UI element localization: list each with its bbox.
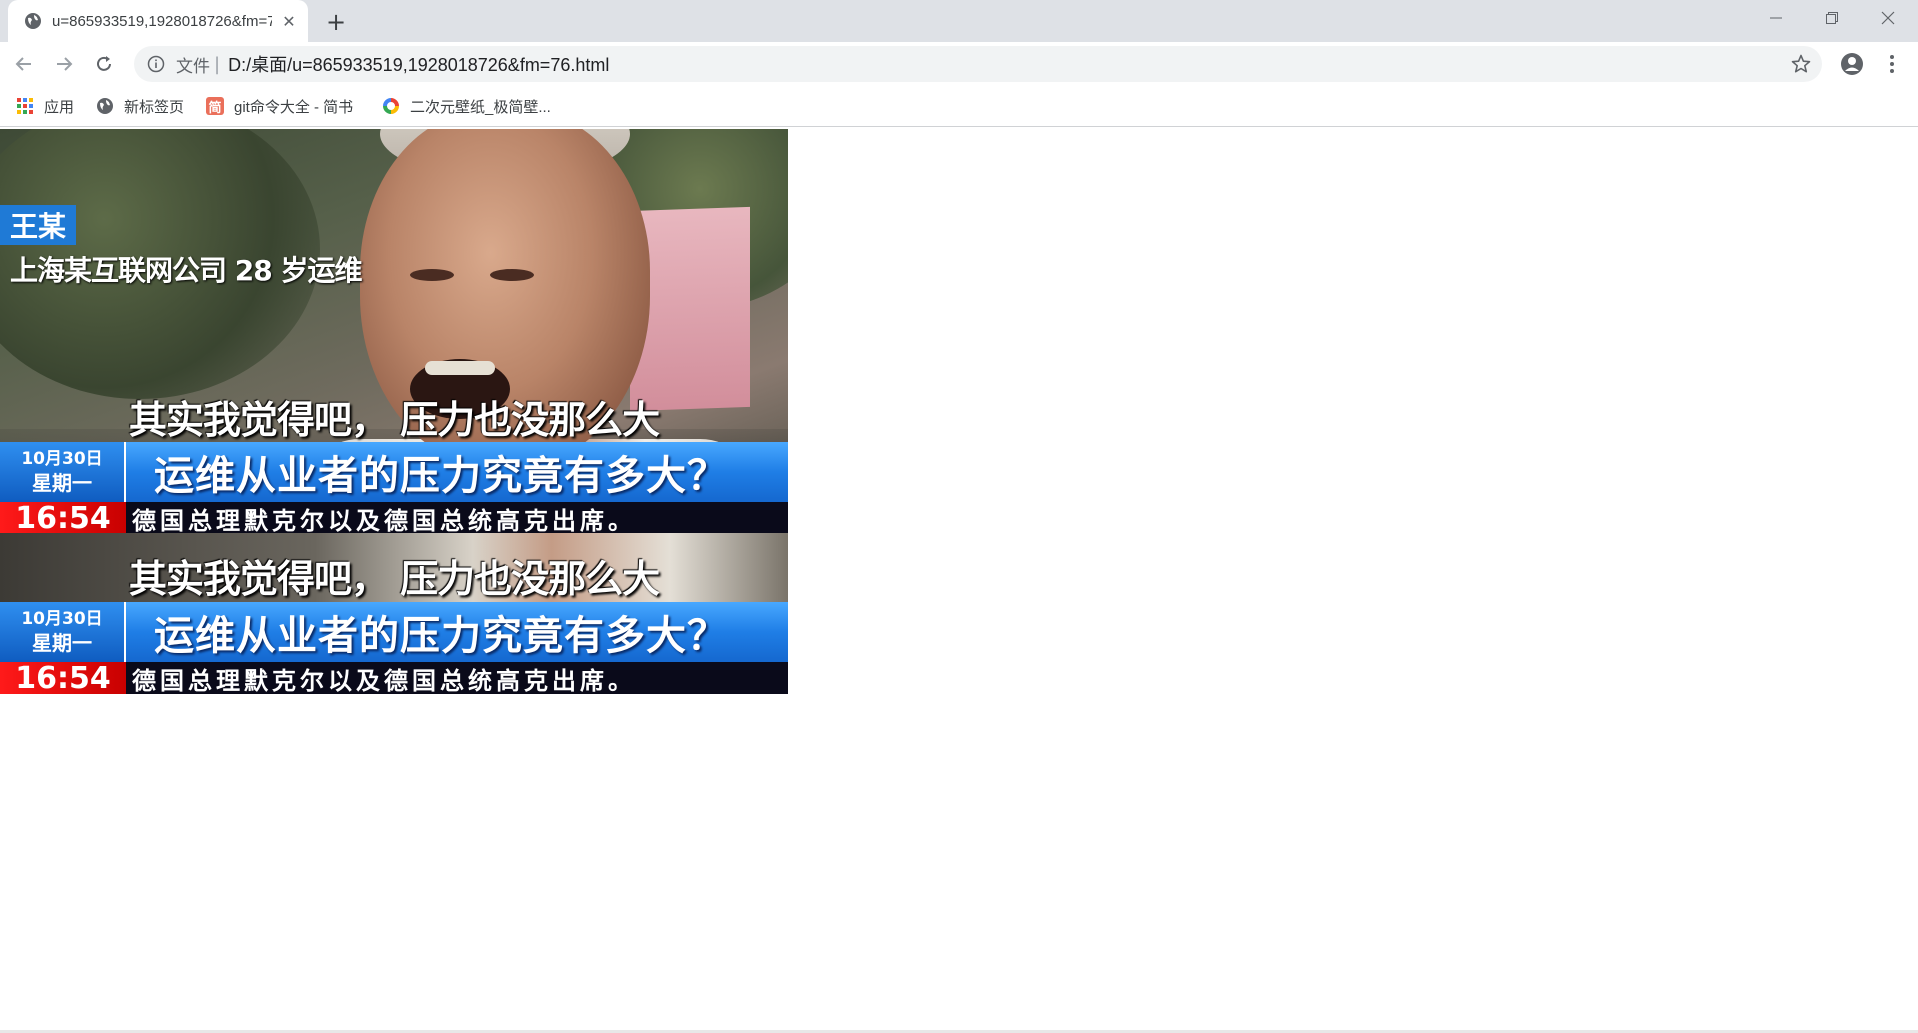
close-window-button[interactable] — [1860, 0, 1916, 36]
close-tab-icon[interactable]: ✕ — [278, 10, 300, 32]
url-scheme-label: 文件 — [176, 56, 210, 76]
bookmark-label: git命令大全 - 简书 — [234, 98, 354, 116]
bookmark-label: 二次元壁纸_极简壁... — [410, 98, 551, 116]
bookmark-label: 应用 — [44, 98, 75, 116]
date-label: 10月30日 — [21, 609, 103, 629]
bookmarks-bar: 应用 新标签页 简 git命令大全 - 简书 二次元壁纸_极简壁... — [0, 86, 1918, 127]
globe-icon — [96, 97, 114, 115]
menu-dots-icon[interactable] — [1876, 48, 1908, 80]
forward-button[interactable] — [48, 48, 80, 80]
time-label: 16:54 — [0, 501, 126, 536]
maximize-button[interactable] — [1804, 0, 1860, 36]
news-headline: 运维从业者的压力究竟有多大？ — [126, 442, 788, 502]
jianshu-icon: 简 — [206, 97, 224, 115]
news-ticker: 德国总理默克尔以及德国总统高克出席。 — [126, 502, 788, 535]
weekday-label: 星期一 — [32, 631, 92, 655]
caption-subtitle: 其实我觉得吧， 压力也没那么大 — [128, 557, 660, 601]
man-teeth — [425, 361, 495, 375]
new-tab-button[interactable]: + — [322, 8, 350, 36]
profile-avatar-icon[interactable] — [1836, 48, 1868, 80]
info-icon[interactable] — [146, 54, 166, 74]
meme-image: 王某 上海某互联网公司 28 岁运维 其实我觉得吧， 压力也没那么大 10月30… — [0, 129, 788, 694]
tab-title: u=865933519,1928018726&fm=76.html — [52, 12, 272, 30]
apps-grid-icon — [16, 97, 34, 115]
bookmark-apps[interactable]: 应用 — [16, 94, 74, 118]
date-box: 10月30日 星期一 — [0, 602, 126, 662]
bookmark-git-jianshu[interactable]: 简 git命令大全 - 简书 — [206, 94, 353, 118]
man-eye — [490, 269, 534, 281]
colorful-ring-icon — [382, 97, 400, 115]
active-tab[interactable]: u=865933519,1928018726&fm=76.html ✕ — [8, 0, 308, 42]
time-label: 16:54 — [0, 661, 126, 694]
back-button[interactable] — [8, 48, 40, 80]
man-eye — [410, 269, 454, 281]
toolbar: 文件 | D:/桌面/u=865933519,1928018726&fm=76.… — [0, 42, 1918, 86]
bookmark-star-icon[interactable] — [1790, 53, 1812, 75]
bookmark-label: 新标签页 — [124, 98, 185, 116]
page-content: 王某 上海某互联网公司 28 岁运维 其实我觉得吧， 压力也没那么大 10月30… — [0, 127, 1918, 1033]
reload-icon — [97, 56, 111, 71]
address-bar[interactable]: 文件 | D:/桌面/u=865933519,1928018726&fm=76.… — [134, 46, 1822, 82]
globe-icon — [24, 12, 42, 30]
forward-arrow-icon — [57, 57, 73, 71]
news-band: 10月30日 星期一 运维从业者的压力究竟有多大？ 16:54 德国总理默克尔以… — [0, 442, 788, 536]
bookmark-wallpaper[interactable]: 二次元壁纸_极简壁... — [382, 94, 551, 118]
minimize-button[interactable] — [1748, 0, 1804, 36]
news-ticker: 德国总理默克尔以及德国总统高克出席。 — [126, 662, 788, 694]
date-label: 10月30日 — [21, 449, 103, 469]
date-box: 10月30日 星期一 — [0, 442, 126, 502]
caption-subtitle: 其实我觉得吧， 压力也没那么大 — [128, 398, 660, 442]
url-separator: | — [214, 53, 221, 75]
weekday-label: 星期一 — [32, 471, 92, 495]
name-subtitle: 上海某互联网公司 28 岁运维 — [10, 254, 362, 287]
url-text[interactable]: D:/桌面/u=865933519,1928018726&fm=76.html — [228, 51, 609, 77]
name-tag: 王某 — [0, 205, 76, 245]
tab-strip: u=865933519,1928018726&fm=76.html ✕ + — [0, 0, 1918, 42]
news-band: 10月30日 星期一 运维从业者的压力究竟有多大？ 16:54 德国总理默克尔以… — [0, 602, 788, 694]
bookmark-new-tab[interactable]: 新标签页 — [96, 94, 184, 118]
back-arrow-icon — [15, 57, 31, 71]
news-headline: 运维从业者的压力究竟有多大？ — [126, 602, 788, 662]
reload-button[interactable] — [88, 48, 120, 80]
